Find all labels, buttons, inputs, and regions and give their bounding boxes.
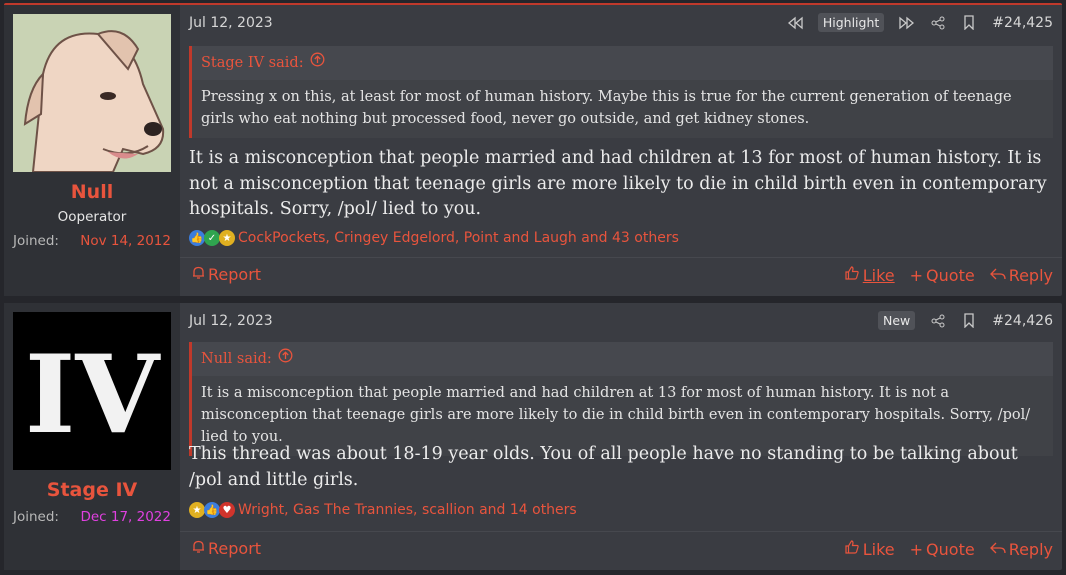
quote-header[interactable]: Stage IV said: <box>192 46 1053 80</box>
username[interactable]: Stage IV <box>4 479 180 501</box>
reply-label: Reply <box>1008 539 1053 559</box>
reply-button[interactable]: Reply <box>989 265 1053 285</box>
reactions-users[interactable]: CockPockets, Cringey Edgelord, Point and… <box>238 230 679 246</box>
report-label: Report <box>208 265 262 284</box>
reply-button[interactable]: Reply <box>989 539 1053 559</box>
joined-label: Joined: <box>13 233 59 249</box>
quote-author[interactable]: Stage IV said: <box>201 46 304 80</box>
reaction-icons: ★ 👍 ♥ <box>189 502 235 518</box>
post-main: Jul 12, 2023 Highlight #24,425 Stage IV … <box>180 5 1062 296</box>
report-label: Report <box>208 539 262 558</box>
message-body: This thread was about 18-19 year olds. Y… <box>189 444 1018 490</box>
user-title: Ooperator <box>57 209 127 225</box>
thumbs-up-outline-icon <box>844 539 860 559</box>
post-footer: Report Like + Quote Reply <box>180 257 1062 296</box>
reactions-users[interactable]: Wright, Gas The Trannies, scallion and 1… <box>238 502 577 518</box>
bell-icon <box>192 539 205 558</box>
post-date[interactable]: Jul 12, 2023 <box>189 313 273 329</box>
share-icon[interactable] <box>930 313 946 329</box>
highlight-badge: Highlight <box>817 13 885 32</box>
quote-button[interactable]: + Quote <box>910 265 975 285</box>
post-date[interactable]: Jul 12, 2023 <box>189 15 273 31</box>
like-label: Like <box>862 539 895 559</box>
plus-icon: + <box>909 539 924 559</box>
avatar[interactable]: IV <box>13 312 171 470</box>
joined-label: Joined: <box>13 509 59 525</box>
thumbs-up-outline-icon <box>844 265 860 285</box>
post-24426: IV Stage IV Joined: Dec 17, 2022 Jul 12,… <box>4 303 1062 570</box>
like-button[interactable]: Like <box>844 265 895 285</box>
post-actions: Like + Quote Reply <box>844 539 1053 559</box>
quote-block: Stage IV said: Pressing x on this, at le… <box>189 46 1053 138</box>
heart-icon: ♥ <box>219 502 235 518</box>
reactions-bar[interactable]: 👍 ✓ ★ CockPockets, Cringey Edgelord, Poi… <box>189 230 679 246</box>
plus-icon: + <box>909 265 924 285</box>
post-number[interactable]: #24,426 <box>992 313 1053 329</box>
post-toolbar: New #24,426 <box>878 311 1053 330</box>
quote-text: Pressing x on this, at least for most of… <box>192 80 1053 138</box>
quote-label: Quote <box>926 539 975 559</box>
quote-label: Quote <box>926 265 975 285</box>
post-toolbar: Highlight #24,425 <box>787 13 1053 32</box>
quote-author[interactable]: Null said: <box>201 342 272 376</box>
joined-date: Nov 14, 2012 <box>80 233 171 249</box>
reply-icon <box>989 266 1006 285</box>
user-sidebar: Null Ooperator Joined: Nov 14, 2012 <box>4 5 180 296</box>
share-icon[interactable] <box>930 15 946 31</box>
arrow-up-circle-icon[interactable] <box>310 46 325 80</box>
message-body: It is a misconception that people marrie… <box>189 148 1047 219</box>
report-button[interactable]: Report <box>192 539 261 558</box>
bookmark-icon[interactable] <box>961 15 977 31</box>
rewind-icon[interactable] <box>787 15 803 31</box>
user-sidebar: IV Stage IV Joined: Dec 17, 2022 <box>4 303 180 570</box>
post-24425: Null Ooperator Joined: Nov 14, 2012 Jul … <box>4 3 1062 296</box>
medal-icon: ★ <box>219 230 235 246</box>
new-badge: New <box>878 311 916 330</box>
like-button[interactable]: Like <box>844 539 895 559</box>
post-number[interactable]: #24,425 <box>992 15 1053 31</box>
post-main: Jul 12, 2023 New #24,426 Null said: It i… <box>180 303 1062 570</box>
report-button[interactable]: Report <box>192 265 261 284</box>
checkmark-icon: ✓ <box>204 230 220 246</box>
reaction-icons: 👍 ✓ ★ <box>189 230 235 246</box>
reply-label: Reply <box>1008 265 1053 285</box>
quote-header[interactable]: Null said: <box>192 342 1053 376</box>
quote-button[interactable]: + Quote <box>910 539 975 559</box>
username[interactable]: Null <box>4 181 180 203</box>
reactions-bar[interactable]: ★ 👍 ♥ Wright, Gas The Trannies, scallion… <box>189 502 577 518</box>
avatar-iv-text: IV <box>25 332 162 458</box>
bookmark-icon[interactable] <box>961 313 977 329</box>
medal-icon: ★ <box>189 502 205 518</box>
arrow-up-circle-icon[interactable] <box>278 342 293 376</box>
post-footer: Report Like + Quote Reply <box>180 531 1062 570</box>
avatar[interactable] <box>13 14 171 172</box>
bell-icon <box>192 265 205 284</box>
fast-forward-icon[interactable] <box>899 15 915 31</box>
thumbs-up-icon: 👍 <box>204 502 220 518</box>
quote-block: Null said: It is a misconception that pe… <box>189 342 1053 456</box>
post-actions: Like + Quote Reply <box>844 265 1053 285</box>
joined-date: Dec 17, 2022 <box>80 509 171 525</box>
reply-icon <box>989 540 1006 559</box>
thumbs-up-icon: 👍 <box>189 230 205 246</box>
like-label: Like <box>862 265 895 285</box>
